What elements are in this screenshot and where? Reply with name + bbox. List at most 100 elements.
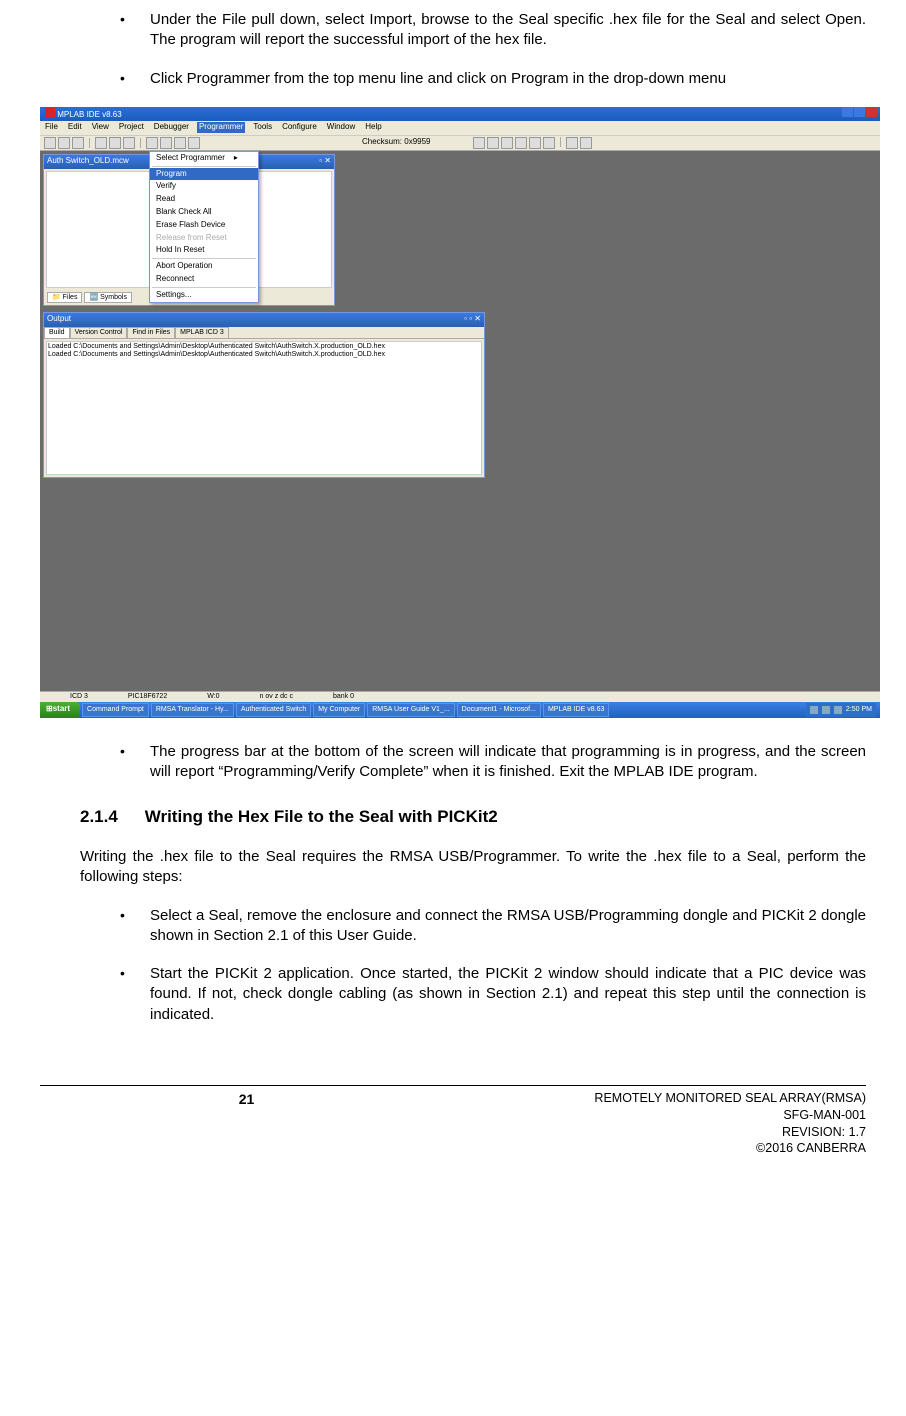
menubar[interactable]: File Edit View Project Debugger Programm… [40,121,880,135]
toolbar-button[interactable] [72,137,84,149]
toolbar-button[interactable] [529,137,541,149]
separator-icon [140,138,141,148]
toolbar-button[interactable] [515,137,527,149]
footer-line: ©2016 CANBERRA [453,1140,866,1157]
menu-project[interactable]: Project [117,122,146,133]
window-controls[interactable] [841,107,877,121]
toolbar-button[interactable] [123,137,135,149]
taskbar-item[interactable]: MPLAB IDE v8.63 [543,703,609,717]
close-icon[interactable] [866,107,877,117]
toolbar-button[interactable] [109,137,121,149]
dropdown-item-reconnect[interactable]: Reconnect [150,273,258,286]
toolbar-button[interactable] [566,137,578,149]
system-tray[interactable]: 2:50 PM [806,703,876,717]
log-line: Loaded C:\Documents and Settings\Admin\D… [48,351,480,359]
list-item: • Select a Seal, remove the enclosure an… [120,906,866,947]
separator-icon [560,137,561,147]
tab-icd3[interactable]: MPLAB ICD 3 [175,327,229,337]
dropdown-item-erase[interactable]: Erase Flash Device [150,219,258,232]
dropdown-item-select-programmer[interactable]: Select Programmer ▸ [150,152,258,165]
top-bullet-list: • Under the File pull down, select Impor… [120,10,866,89]
page-footer: 21 REMOTELY MONITORED SEAL ARRAY(RMSA) S… [40,1085,866,1158]
status-item: PIC18F6722 [128,692,167,701]
tab-version-control[interactable]: Version Control [70,327,128,337]
checksum-label: Checksum: 0x9959 [362,137,431,148]
taskbar-item[interactable]: RMSA User Guide V1_... [367,703,454,717]
taskbar-item[interactable]: Command Prompt [82,703,149,717]
maximize-icon[interactable] [854,107,865,117]
window-titlebar[interactable]: MPLAB IDE v8.63 [40,107,880,121]
taskbar-item[interactable]: My Computer [313,703,365,717]
start-button[interactable]: ⊞ start [40,702,80,718]
output-log[interactable]: Loaded C:\Documents and Settings\Admin\D… [46,341,482,475]
toolbar-group [473,137,592,149]
dropdown-item-blank-check[interactable]: Blank Check All [150,206,258,219]
taskbar-item[interactable]: Document1 - Microsof... [457,703,541,717]
menu-window[interactable]: Window [325,122,357,133]
dropdown-item-hold-reset[interactable]: Hold In Reset [150,244,258,257]
toolbar-button[interactable] [487,137,499,149]
output-tabs[interactable]: Build Version Control Find in Files MPLA… [44,327,484,338]
menu-help[interactable]: Help [363,122,383,133]
minimize-icon[interactable] [842,107,853,117]
list-item: • Start the PICKit 2 application. Once s… [120,964,866,1025]
statusbar: ICD 3 PIC18F6722 W:0 n ov z dc c bank 0 [40,691,880,702]
toolbar-button[interactable] [95,137,107,149]
tray-icon[interactable] [834,706,842,714]
bullet-icon: • [120,10,150,51]
bullet-text: The progress bar at the bottom of the sc… [150,742,866,783]
bullet-text: Under the File pull down, select Import,… [150,10,866,51]
dropdown-item-settings[interactable]: Settings... [150,289,258,302]
tray-icon[interactable] [822,706,830,714]
footer-line: REVISION: 1.7 [453,1124,866,1141]
toolbar-button[interactable] [580,137,592,149]
menu-debugger[interactable]: Debugger [152,122,191,133]
toolbar-button[interactable] [174,137,186,149]
windows-taskbar[interactable]: ⊞ start Command Prompt RMSA Translator -… [40,702,880,718]
toolbar-button[interactable] [501,137,513,149]
output-title-text: Output [47,314,71,326]
bullet-icon: • [120,742,150,783]
dropdown-item-abort[interactable]: Abort Operation [150,260,258,273]
menu-file[interactable]: File [43,122,60,133]
toolbar-button[interactable] [188,137,200,149]
toolbar[interactable]: Checksum: 0x9959 [40,135,880,151]
toolbar-button[interactable] [160,137,172,149]
menu-tools[interactable]: Tools [251,122,274,133]
bullet-text: Start the PICKit 2 application. Once sta… [150,964,866,1025]
toolbar-button[interactable] [146,137,158,149]
programmer-dropdown[interactable]: Select Programmer ▸ Program Verify Read … [149,151,259,303]
taskbar-item[interactable]: RMSA Translator - Hy... [151,703,234,717]
app-icon [45,107,55,117]
tab-build[interactable]: Build [44,327,70,337]
panel-controls[interactable]: ▫ ▫ ✕ [464,314,481,326]
list-item: • Click Programmer from the top menu lin… [120,69,866,89]
section-title: Writing the Hex File to the Seal with PI… [145,807,498,826]
toolbar-button[interactable] [473,137,485,149]
output-titlebar[interactable]: Output ▫ ▫ ✕ [44,313,484,327]
embedded-screenshot: MPLAB IDE v8.63 File Edit View Project D… [40,107,866,718]
menu-view[interactable]: View [90,122,111,133]
list-item: • The progress bar at the bottom of the … [120,742,866,783]
post-screenshot-bullets: • The progress bar at the bottom of the … [120,742,866,783]
dropdown-item-read[interactable]: Read [150,193,258,206]
tab-symbols[interactable]: 🔤 Symbols [84,292,132,303]
menu-configure[interactable]: Configure [280,122,319,133]
tray-icon[interactable] [810,706,818,714]
dropdown-item-verify[interactable]: Verify [150,180,258,193]
dropdown-item-program[interactable]: Program [150,168,258,181]
footer-meta: REMOTELY MONITORED SEAL ARRAY(RMSA) SFG-… [453,1090,866,1158]
toolbar-button[interactable] [543,137,555,149]
taskbar-item[interactable]: Authenticated Switch [236,703,311,717]
menu-edit[interactable]: Edit [66,122,84,133]
tab-files[interactable]: 📁 Files [47,292,82,303]
panel-controls[interactable]: ▫ ✕ [319,156,331,168]
tab-find-in-files[interactable]: Find in Files [127,327,175,337]
toolbar-button[interactable] [44,137,56,149]
footer-line: SFG-MAN-001 [453,1107,866,1124]
lower-bullet-list: • Select a Seal, remove the enclosure an… [120,906,866,1025]
mplab-window: MPLAB IDE v8.63 File Edit View Project D… [40,107,880,718]
menu-programmer[interactable]: Programmer [197,122,245,133]
intro-paragraph: Writing the .hex file to the Seal requir… [80,847,866,888]
toolbar-button[interactable] [58,137,70,149]
